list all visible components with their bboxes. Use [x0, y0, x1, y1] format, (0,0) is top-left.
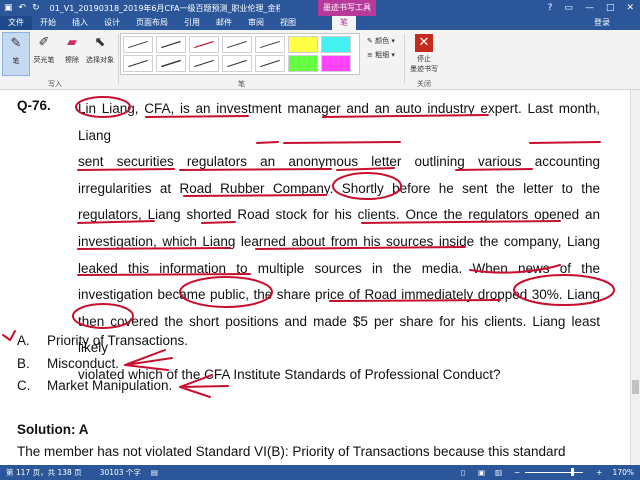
zoom-level[interactable]: 170%	[613, 465, 634, 480]
eraser-icon: ▰	[67, 35, 77, 50]
proofing-icon[interactable]: ▤	[151, 468, 158, 477]
highlighter-cyan[interactable]	[321, 36, 351, 53]
pen-style-8[interactable]	[189, 55, 219, 72]
paragraph-line: irregularities at Road Rubber Company. S…	[78, 180, 600, 196]
ink-tick	[2, 330, 16, 342]
paragraph-line: investigation became public, the share p…	[78, 287, 600, 303]
pen-style-7[interactable]	[156, 55, 186, 72]
color-dropdown[interactable]: ✎ 颜色 ▾	[367, 36, 395, 46]
group-label-pens: 笔	[238, 80, 245, 88]
pen-style-5[interactable]	[255, 36, 285, 53]
highlighter-magenta[interactable]	[321, 55, 351, 72]
quick-access-toolbar: ▣ ↶ ↻	[0, 3, 40, 13]
zoom-slider-thumb[interactable]	[571, 468, 574, 476]
question-number: Q-76.	[17, 98, 51, 113]
pen-style-1[interactable]	[123, 36, 153, 53]
login-link[interactable]: 登录	[594, 16, 610, 30]
title-bar: ▣ ↶ ↻ 01_V1_20190318_2019年6月CFA一级百题预测_职业…	[0, 0, 640, 16]
window-controls: ? ▭ — □ ✕	[548, 0, 634, 16]
maximize-icon[interactable]: □	[606, 0, 615, 16]
ribbon-separator	[118, 34, 119, 84]
pen-gallery	[120, 33, 360, 75]
undo-icon[interactable]: ↶	[19, 3, 27, 13]
paragraph-line: sent securities regulators an anonymous …	[78, 154, 600, 170]
paragraph-line: Lin Liang, CFA, is an investment manager…	[78, 101, 600, 143]
thickness-icon: ≡	[367, 51, 376, 59]
tab-design[interactable]: 设计	[96, 16, 128, 30]
option-b: B. Misconduct.	[17, 356, 120, 371]
zoom-slider[interactable]	[525, 472, 583, 473]
zoom-out-icon[interactable]: −	[514, 468, 520, 477]
stop-inking-button[interactable]: ✕ 停止 墨迹书写	[408, 34, 440, 78]
word-count[interactable]: 30103 个字	[100, 467, 141, 478]
highlighter-tool-button[interactable]: ✐ 荧光笔	[30, 32, 58, 76]
tab-layout[interactable]: 页面布局	[128, 16, 176, 30]
help-icon[interactable]: ?	[548, 0, 553, 16]
option-c: C. Market Manipulation.	[17, 378, 173, 393]
minimize-icon[interactable]: —	[585, 0, 594, 16]
pen-style-10[interactable]	[255, 55, 285, 72]
zoom-in-icon[interactable]: +	[596, 468, 602, 477]
highlighter-green[interactable]	[288, 55, 318, 72]
close-icon[interactable]: ✕	[626, 0, 634, 16]
tab-pens[interactable]: 笔	[332, 16, 356, 30]
redo-icon[interactable]: ↻	[32, 3, 40, 13]
pen-icon: ✎	[10, 36, 22, 51]
stop-icon: ✕	[415, 34, 433, 52]
document-page[interactable]: Q-76. Lin Liang, CFA, is an investment m…	[0, 90, 630, 465]
tab-mailings[interactable]: 邮件	[208, 16, 240, 30]
web-layout-icon[interactable]: ▥	[495, 468, 502, 477]
ribbon-separator	[404, 34, 405, 84]
vertical-scrollbar[interactable]	[630, 90, 640, 465]
select-objects-button[interactable]: ⬉ 选择对象	[84, 32, 116, 76]
ribbon-display-icon[interactable]: ▭	[564, 0, 573, 16]
pen-style-3[interactable]	[189, 36, 219, 53]
group-label-write: 写入	[48, 80, 62, 88]
read-mode-icon[interactable]: ▯	[461, 468, 465, 477]
scrollbar-thumb[interactable]	[632, 380, 639, 394]
tab-file[interactable]: 文件	[0, 16, 32, 30]
cursor-icon: ⬉	[94, 35, 106, 50]
window-title: 01_V1_20190318_2019年6月CFA一级百题预测_职业伦理_金程.…	[49, 3, 280, 13]
paragraph-line: investigation, which Liang learned about…	[78, 233, 600, 249]
ribbon: ✎ 笔 ✐ 荧光笔 ▰ 擦除 ⬉ 选择对象 写入 ✎ 颜色 ▾ ≡ 粗细 ▾ 笔…	[0, 30, 640, 90]
highlighter-yellow[interactable]	[288, 36, 318, 53]
context-tab-group: 墨迹书写工具	[318, 0, 376, 16]
thickness-dropdown[interactable]: ≡ 粗细 ▾	[367, 50, 395, 60]
group-label-close: 关闭	[417, 80, 431, 88]
save-icon[interactable]: ▣	[4, 3, 13, 13]
paragraph-line: regulators, Liang shorted Road stock for…	[78, 207, 600, 223]
tab-references[interactable]: 引用	[176, 16, 208, 30]
highlighter-icon: ✐	[38, 35, 50, 50]
pen-tool-button[interactable]: ✎ 笔	[2, 32, 30, 76]
pen-style-4[interactable]	[222, 36, 252, 53]
tab-review[interactable]: 审阅	[240, 16, 272, 30]
tab-home[interactable]: 开始	[32, 16, 64, 30]
ribbon-tabs: 文件 开始 插入 设计 页面布局 引用 邮件 审阅 视图 笔 登录	[0, 16, 640, 30]
pen-style-6[interactable]	[123, 55, 153, 72]
paragraph-line: leaked this information to multiple sour…	[78, 260, 600, 276]
solution-text: The member has not violated Standard VI(…	[17, 444, 566, 459]
status-bar: 第 117 页，共 138 页 30103 个字 ▤ ▯ ▣ ▥ − + 170…	[0, 465, 640, 480]
page-count[interactable]: 第 117 页，共 138 页	[6, 467, 82, 478]
tab-view[interactable]: 视图	[272, 16, 304, 30]
print-layout-icon[interactable]: ▣	[478, 468, 485, 477]
pen-style-2[interactable]	[156, 36, 186, 53]
color-icon: ✎	[367, 37, 376, 45]
eraser-tool-button[interactable]: ▰ 擦除	[58, 32, 86, 76]
tab-insert[interactable]: 插入	[64, 16, 96, 30]
option-a: A. Priority of Transactions.	[17, 333, 189, 348]
solution-heading: Solution: A	[17, 422, 89, 437]
pen-style-9[interactable]	[222, 55, 252, 72]
